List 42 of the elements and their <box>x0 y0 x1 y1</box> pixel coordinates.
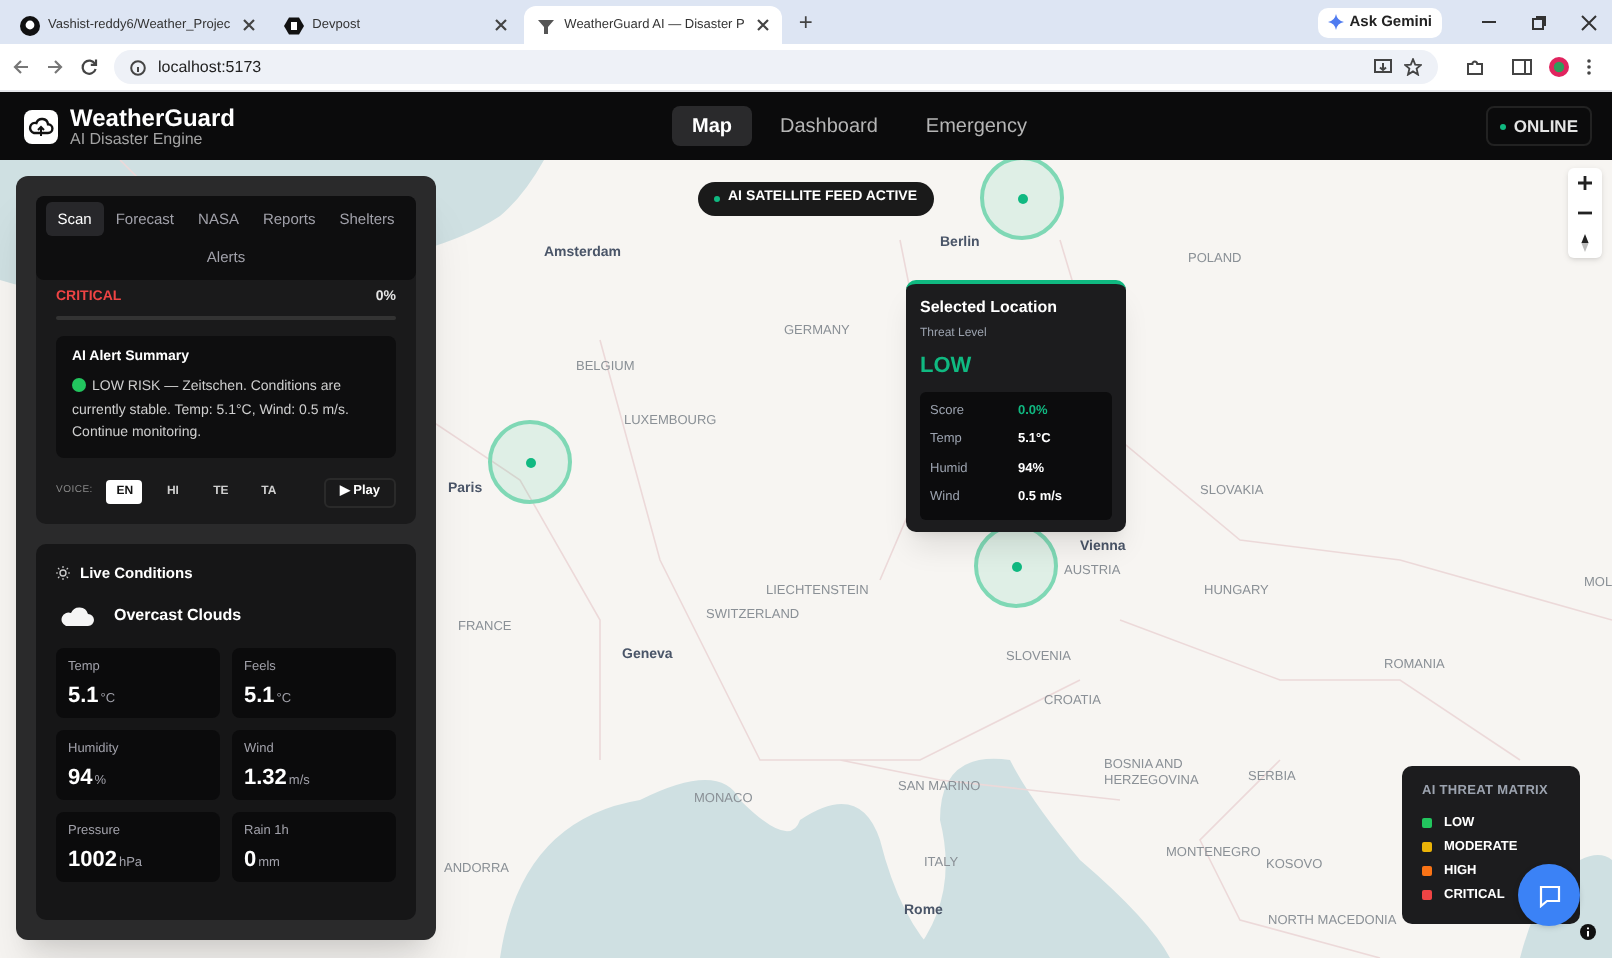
close-icon[interactable] <box>1580 13 1598 31</box>
nav-tab[interactable]: Map <box>672 106 752 146</box>
stat-value: 94 <box>68 763 93 793</box>
nav-tab[interactable]: Emergency <box>905 106 1047 146</box>
weather-description: Overcast Clouds <box>114 603 242 628</box>
close-icon[interactable] <box>494 18 509 32</box>
extensions-icon[interactable] <box>1466 58 1484 76</box>
close-icon[interactable] <box>756 18 771 32</box>
nav-tab[interactable]: Dashboard <box>760 106 898 146</box>
menu-icon[interactable] <box>1586 58 1592 76</box>
sparkle-icon <box>1327 14 1344 30</box>
stat-value: 5.1 <box>244 681 275 711</box>
chat-icon <box>1537 883 1561 907</box>
hexagon-icon <box>284 15 305 35</box>
cloud-icon <box>60 605 94 626</box>
info-icon[interactable] <box>1580 924 1596 940</box>
forward-icon[interactable] <box>46 58 64 76</box>
restore-icon[interactable] <box>1530 13 1548 31</box>
app-title: WeatherGuard <box>70 105 235 129</box>
funnel-icon <box>536 15 557 35</box>
back-icon[interactable] <box>12 58 30 76</box>
stat-value: 5.1 <box>68 681 99 711</box>
star-icon[interactable] <box>1404 58 1422 76</box>
stat-value: 1.32 <box>244 763 287 793</box>
stat-value: 1002 <box>68 845 117 875</box>
side-panel-icon[interactable] <box>1512 58 1532 76</box>
map-marker[interactable] <box>980 160 1064 240</box>
avatar-icon[interactable] <box>1548 56 1570 78</box>
map-marker[interactable] <box>488 420 572 504</box>
app-subtitle: AI Disaster Engine <box>70 131 205 147</box>
new-tab-button[interactable]: + <box>786 4 825 40</box>
popup-title: Selected Location <box>920 296 1059 320</box>
info-icon <box>130 59 146 75</box>
sun-icon <box>56 565 70 580</box>
address-bar[interactable]: localhost:5173 <box>114 50 1438 84</box>
threat-level: LOW <box>920 352 974 382</box>
online-status: ONLINE <box>1485 106 1592 146</box>
cloud-logo-icon <box>24 109 58 143</box>
stat-value: 0 <box>244 845 257 875</box>
reload-icon[interactable] <box>80 58 98 76</box>
install-icon[interactable] <box>1374 58 1392 76</box>
close-icon[interactable] <box>242 18 257 32</box>
